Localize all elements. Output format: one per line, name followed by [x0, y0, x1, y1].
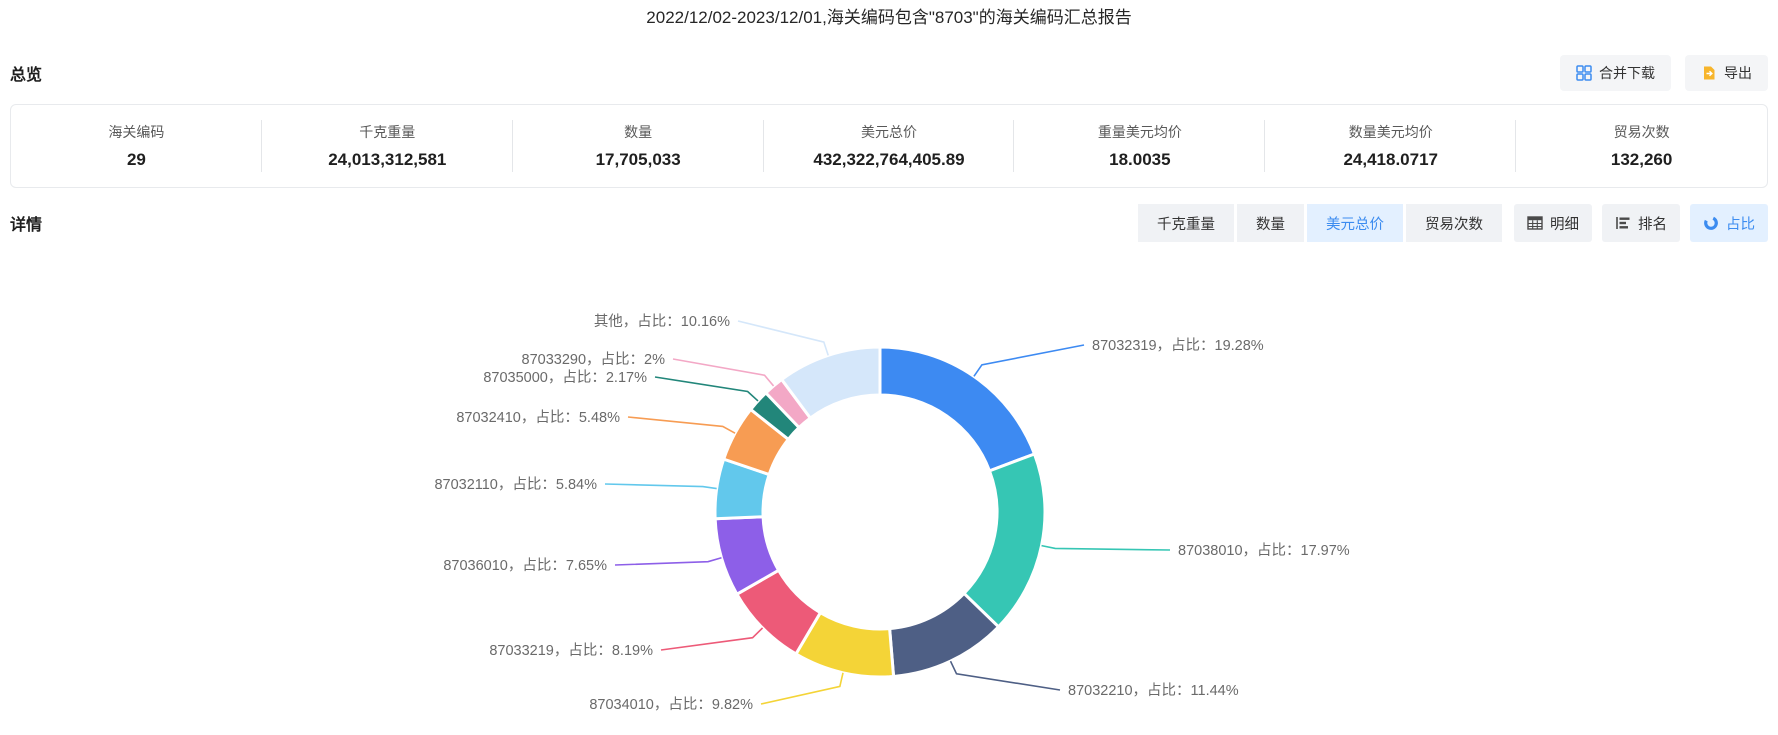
- stat-value: 17,705,033: [595, 150, 681, 169]
- donut-slice-87038010[interactable]: [962, 452, 1047, 629]
- tab-quantity[interactable]: 数量: [1237, 204, 1304, 242]
- stat-value: 18.0035: [1109, 150, 1171, 169]
- stat-label: 千克重量: [359, 124, 416, 140]
- stat-usd-per-weight: 重量美元均价 18.0035: [1014, 105, 1265, 187]
- report-page: 2022/12/02-2023/12/01,海关编码包含"8703"的海关编码汇…: [0, 0, 1778, 735]
- slice-label-87035000: 87035000，占比：2.17%: [483, 369, 647, 386]
- merge-download-icon: [1576, 65, 1592, 81]
- view-tab-label: 排名: [1638, 216, 1667, 233]
- view-tab-detail[interactable]: 明细: [1514, 204, 1592, 242]
- view-tab-label: 明细: [1550, 216, 1579, 233]
- export-label: 导出: [1724, 65, 1752, 81]
- detail-heading: 详情: [10, 217, 43, 234]
- stat-label: 数量: [624, 124, 653, 140]
- label-line-87035000: [654, 376, 759, 402]
- overview-header: 总览 合并下载 导出: [10, 55, 1768, 91]
- detail-header: 详情 千克重量 数量 美元总价 贸易次数 明细 排名 占比: [10, 204, 1768, 242]
- label-line-87032110: [604, 483, 717, 490]
- view-tab-share[interactable]: 占比: [1690, 204, 1768, 242]
- slice-label-87036010: 87036010，占比：7.65%: [443, 557, 607, 574]
- stat-quantity: 数量 17,705,033: [513, 105, 764, 187]
- merge-download-button[interactable]: 合并下载: [1560, 55, 1671, 91]
- label-line-87033219: [660, 627, 764, 651]
- label-line-87032210: [949, 660, 1061, 691]
- export-button[interactable]: 导出: [1685, 55, 1768, 91]
- merge-download-label: 合并下载: [1599, 65, 1655, 81]
- stat-value: 29: [126, 150, 146, 169]
- stat-value: 24,418.0717: [1343, 150, 1438, 169]
- label-line-87034010: [760, 672, 844, 705]
- tab-trade-count[interactable]: 贸易次数: [1406, 204, 1502, 242]
- export-icon: [1701, 65, 1717, 81]
- label-line-其他: [737, 320, 829, 356]
- stat-label: 海关编码: [108, 124, 165, 140]
- slice-label-87032319: 87032319，占比：19.28%: [1092, 337, 1264, 354]
- view-tab-label: 占比: [1726, 216, 1755, 233]
- stat-usd-per-quantity: 数量美元均价 24,418.0717: [1265, 105, 1516, 187]
- pie-icon: [1703, 215, 1719, 231]
- stat-usd-total: 美元总价 432,322,764,405.89: [764, 105, 1015, 187]
- ranking-icon: [1615, 216, 1631, 230]
- label-line-87036010: [614, 557, 722, 566]
- slice-label-87034010: 87034010，占比：9.82%: [589, 696, 753, 713]
- tab-usd-total[interactable]: 美元总价: [1307, 204, 1403, 242]
- stat-value: 432,322,764,405.89: [813, 150, 965, 169]
- overview-heading: 总览: [10, 67, 43, 84]
- slice-label-87032110: 87032110，占比：5.84%: [434, 476, 597, 493]
- stat-label: 重量美元均价: [1097, 124, 1182, 140]
- stat-hs-code: 海关编码 29: [11, 105, 262, 187]
- slice-label-87032410: 87032410，占比：5.48%: [456, 409, 620, 426]
- header-actions: 合并下载 导出: [1560, 55, 1768, 91]
- slice-label-87038010: 87038010，占比：17.97%: [1178, 542, 1350, 559]
- stat-label: 数量美元均价: [1348, 124, 1433, 140]
- view-tab-group: 明细 排名 占比: [1514, 204, 1768, 242]
- view-tab-ranking[interactable]: 排名: [1602, 204, 1680, 242]
- slice-label-87033290: 87033290，占比：2%: [522, 351, 666, 368]
- stat-label: 贸易次数: [1613, 124, 1670, 140]
- overview-stats-card: 海关编码 29 千克重量 24,013,312,581 数量 17,705,03…: [10, 104, 1768, 188]
- slice-label-其他: 其他，占比：10.16%: [594, 313, 730, 330]
- stat-label: 美元总价: [861, 124, 917, 140]
- table-icon: [1527, 216, 1543, 230]
- stat-kg-weight: 千克重量 24,013,312,581: [262, 105, 513, 187]
- slice-label-87033219: 87033219，占比：8.19%: [489, 642, 653, 659]
- stat-value: 132,260: [1610, 150, 1673, 169]
- label-line-87032410: [627, 416, 736, 434]
- metric-tab-group: 千克重量 数量 美元总价 贸易次数: [1138, 204, 1502, 242]
- tab-kg-weight[interactable]: 千克重量: [1138, 204, 1234, 242]
- donut-slice-87032319[interactable]: [878, 345, 1036, 473]
- label-line-87038010: [1041, 544, 1171, 551]
- detail-controls: 千克重量 数量 美元总价 贸易次数 明细 排名 占比: [1138, 204, 1768, 242]
- slice-label-87032210: 87032210，占比：11.44%: [1068, 682, 1239, 699]
- page-title: 2022/12/02-2023/12/01,海关编码包含"8703"的海关编码汇…: [646, 8, 1132, 27]
- stat-trade-count: 贸易次数 132,260: [1516, 105, 1767, 187]
- stat-value: 24,013,312,581: [328, 150, 447, 169]
- donut-chart[interactable]: 87032319，占比：19.28% 87038010，占比：17.97% 8703…: [0, 247, 1778, 722]
- label-line-87032319: [973, 344, 1085, 377]
